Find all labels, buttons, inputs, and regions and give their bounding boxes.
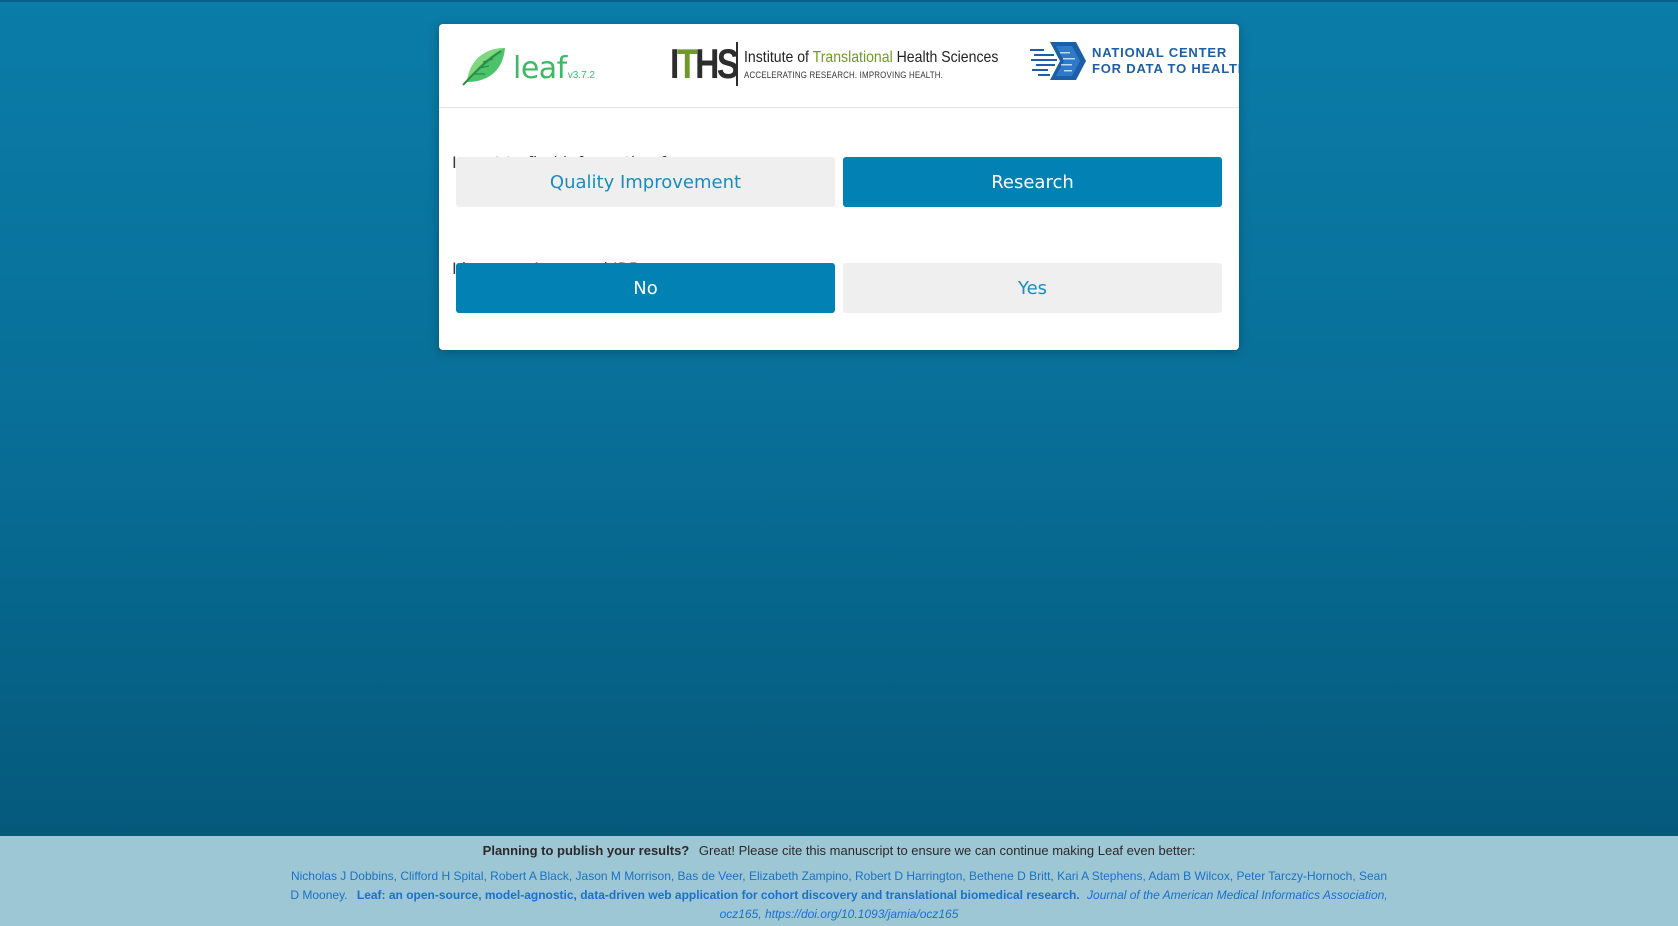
citation-prompt: Planning to publish your results? Great!… <box>0 843 1678 859</box>
ncdh-line-1: NATIONAL CENTER <box>1092 45 1228 60</box>
leaf-icon <box>462 48 505 86</box>
leaf-logo: leaf v3.7.2 <box>461 44 595 86</box>
attestation-card: leaf v3.7.2 ITHS Institute of Translatio… <box>439 24 1239 350</box>
citation-footer: Planning to publish your results? Great!… <box>0 836 1678 926</box>
ncdh-logo: NATIONAL CENTER FOR DATA TO HEALTH <box>1030 40 1239 82</box>
leaf-wordmark: leaf <box>513 51 567 86</box>
iths-text: Institute of Translational Health Scienc… <box>744 49 1033 80</box>
citation-reference: Nicholas J Dobbins, Clifford H Spital, R… <box>290 867 1388 924</box>
logo-bar: leaf v3.7.2 ITHS Institute of Translatio… <box>439 24 1239 108</box>
ncdh-emblem-icon <box>1030 42 1086 80</box>
irb-yes-button[interactable]: Yes <box>843 263 1222 313</box>
iths-tagline: ACCELERATING RESEARCH. IMPROVING HEALTH. <box>744 69 944 80</box>
top-edge-line <box>0 0 1678 2</box>
irb-no-button[interactable]: No <box>456 263 835 313</box>
quality-improvement-button[interactable]: Quality Improvement <box>456 157 835 207</box>
leaf-version: v3.7.2 <box>567 70 595 81</box>
research-button[interactable]: Research <box>843 157 1222 207</box>
iths-logo: ITHS Institute of Translational Health S… <box>670 42 1033 86</box>
ncdh-line-2: FOR DATA TO HEALTH <box>1092 61 1239 76</box>
citation-title[interactable]: Leaf: an open-source, model-agnostic, da… <box>357 888 1080 902</box>
ncdh-text: NATIONAL CENTER FOR DATA TO HEALTH <box>1092 45 1239 77</box>
citation-prompt-text: Great! Please cite this manuscript to en… <box>698 843 1196 858</box>
iths-name: Institute of Translational Health Scienc… <box>744 48 999 66</box>
iths-mark: ITHS <box>670 40 739 87</box>
citation-prompt-bold: Planning to publish your results? <box>482 843 690 858</box>
